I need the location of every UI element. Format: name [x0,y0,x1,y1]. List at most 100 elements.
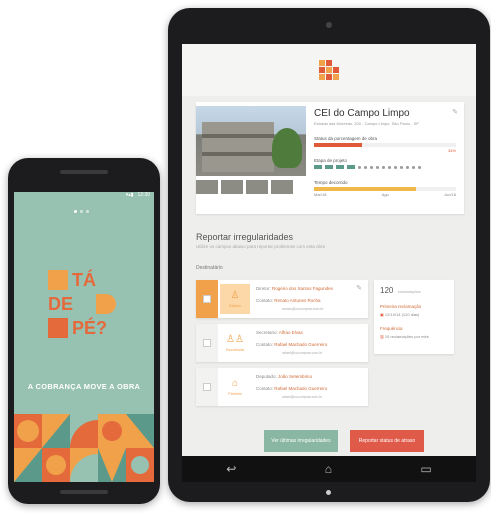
photo-building [202,122,274,172]
line-value: Renato Antunes Rocha [274,298,321,303]
logo-text-pe: PÉ? [72,318,108,338]
status-bar: ▾▴▮ 12:30 [14,192,154,202]
thumbnail[interactable] [221,180,243,194]
app-header [182,44,476,96]
photo-thumbnails [196,180,293,194]
recipient-mayor[interactable]: ⌂ Prefeito Deputado: João Setembrino Con… [196,368,368,406]
tablet-nav-bar: ↩ ⌂ ▭ [182,456,476,482]
school-photo[interactable] [196,106,306,176]
metric-label: Etapa de projeto [314,158,348,163]
ta-de-pe-logo: TÁ DE PÉ? [48,270,120,340]
tick-label: Mar/18 [314,192,327,197]
line-value: João Setembrino [278,374,313,379]
recipient-checkbox[interactable] [196,368,218,406]
metric-label: Tempo decorrido [314,180,348,185]
home-icon[interactable]: ⌂ [325,462,332,476]
frequency-label: Frequência [380,326,403,331]
role-label: Secretaria [225,346,245,352]
school-address: Estrada das Moreiras, 200 - Campo Limpo,… [314,121,419,126]
line-value: Alfrao Elvas [278,330,303,335]
recipient-email[interactable]: rafael@cocomprar.com.br [282,395,322,399]
line-label: Deputado: [256,374,277,379]
checkbox-box [203,339,211,347]
recipient-email[interactable]: rafael@cocomprar.com.br [282,351,322,355]
metric-pct: 34% [447,148,456,153]
line-label: Contato: [256,386,274,391]
line-label: Contato: [256,298,274,303]
thumbnail[interactable] [196,180,218,194]
frequency-text: 15 reclamações por mês [384,334,429,339]
phone-speaker-bottom [60,490,108,494]
photo-tree [272,128,302,168]
complaint-stats-card: 120 reclamações Primeira reclamação ▣ 12… [374,280,454,354]
logo-cell [48,318,68,338]
recipient-director[interactable]: ♙ Diretor Diretor: Rogério dos Santos Fa… [196,280,368,318]
recipient-line2: Contato: Rafael Machado Guerreiro [256,386,327,391]
recipient-checkbox[interactable] [196,324,218,362]
edit-icon[interactable]: ✎ [356,284,362,292]
metric-stage: Etapa de projeto [314,158,456,169]
line-label: Contato: [256,342,274,347]
line-label: Diretor: [256,286,271,291]
pager-dot [86,210,89,213]
recipient-line1: Secretario: Alfrao Elvas [256,330,303,335]
line-label: Secretario: [256,330,278,335]
recents-icon[interactable]: ▭ [420,462,431,476]
recipient-role: ♙ Diretor [220,284,250,314]
recipient-secretary[interactable]: ♙♙ Secretaria Secretario: Alfrao Elvas C… [196,324,368,362]
tablet-camera [326,22,332,28]
metric-label: Status da porcentagem de obra [314,136,378,141]
back-icon[interactable]: ↩ [226,462,236,476]
calendar-icon: ▣ [380,312,384,317]
pager-dot [80,210,83,213]
frequency-value: ▥ 15 reclamações por mês [380,334,429,339]
school-name: CEI do Campo Limpo [314,108,410,119]
phone-device: ▾▴▮ 12:30 TÁ DE PÉ? A COBRANÇA MOVE A OBR… [8,158,160,504]
recipient-email[interactable]: renato@cocomprar.com.br [282,307,324,311]
recipient-line1: Deputado: João Setembrino [256,374,312,379]
app-logo-icon[interactable] [319,60,339,80]
time-ticks: Mar/18 Ago Jun/18 [314,192,456,197]
report-subtitle: Utilize os campos abaixo para reportar p… [196,244,326,249]
recipient-line2: Contato: Rafael Machado Guerreiro [256,342,327,347]
report-delay-button[interactable]: Reportar status de atraso [350,430,424,452]
checkbox-box [203,383,211,391]
complaint-count: 120 [380,286,394,295]
recipient-role: ⌂ Prefeito [220,372,250,402]
line-value: Rafael Machado Guerreiro [274,342,328,347]
metric-time: Tempo decorrido Mar/18 Ago Jun/18 [314,180,456,197]
stage-steps [314,165,456,169]
status-time: 12:30 [137,192,150,198]
chart-icon: ▥ [380,334,384,339]
complaint-count-label: reclamações [398,289,421,294]
recipient-line1: Diretor: Rogério dos Santos Fagundes [256,286,333,291]
metric-bar [314,187,456,191]
geometric-pattern [14,414,154,482]
line-value: Rafael Machado Guerreiro [274,386,328,391]
metric-bar [314,143,456,147]
tablet-home-dot [326,490,331,495]
group-icon: ♙♙ [226,333,244,345]
recipient-checkbox[interactable] [196,280,218,318]
tick-label: Ago [381,192,389,197]
checkbox-box [203,295,211,303]
pager-dot [74,210,77,213]
logo-cell [96,294,116,314]
tick-label: Jun/18 [443,192,456,197]
thumbnail[interactable] [246,180,268,194]
phone-speaker [60,170,108,174]
edit-icon[interactable]: ✎ [452,108,458,116]
thumbnail[interactable] [271,180,293,194]
signal-icon: ▾▴▮ [125,192,134,198]
first-complaint-value: ▣ 12/10/14 (120 dias) [380,312,419,317]
report-title: Reportar irregularidades [196,232,294,242]
role-label: Prefeito [228,390,242,396]
view-irregularities-button[interactable]: Ver últimas irregularidades [264,430,338,452]
first-complaint-label: Primeira reclamação [380,304,422,309]
slogan: A COBRANÇA MOVE A OBRA [27,382,141,391]
person-icon: ♙ [230,289,240,301]
recipient-role: ♙♙ Secretaria [220,328,250,358]
line-value: Rogério dos Santos Fagundes [272,286,333,291]
recipient-line2: Contato: Renato Antunes Rocha [256,298,321,303]
metric-progress: Status da porcentagem de obra 34% [314,136,456,153]
